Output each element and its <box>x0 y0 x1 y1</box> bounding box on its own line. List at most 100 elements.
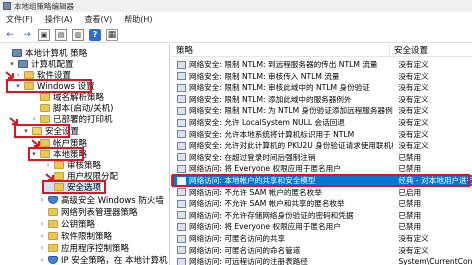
tree-node-label: 公钥策略 <box>61 220 96 230</box>
tree-node-label: 高级安全 Windows 防火墙 <box>61 196 164 206</box>
policy-setting-icon <box>177 176 186 185</box>
policy-value: System\CurrentControl <box>398 257 472 265</box>
tree-network-list-manager[interactable]: 网络列表管理器策略 <box>38 206 138 218</box>
menu-bar: 文件(F) 操作(A) 查看(V) 帮助(H) <box>0 13 472 26</box>
up-folder-icon[interactable]: ▣ <box>38 28 50 41</box>
table-row[interactable]: 网络访问: 本地帐户的共享和安全模型 经典 - 对本地用户进行 <box>171 175 472 186</box>
table-row[interactable]: 网络访问: 将 Everyone 权限应用于匿名用户 已禁用 <box>171 221 472 232</box>
policy-setting-icon <box>177 222 186 231</box>
collapse-chevron-icon[interactable]: ▾ <box>14 82 22 90</box>
policy-value: 没有定义 <box>398 71 429 81</box>
expand-chevron-icon[interactable]: › <box>14 71 22 79</box>
policy-value: 已禁用 <box>398 210 422 220</box>
column-header-setting[interactable]: 安全设置 <box>390 44 428 56</box>
tree-software-restriction[interactable]: › 软件限制策略 <box>38 230 112 242</box>
table-row[interactable]: 网络安全: 限制 NTLM: 审核传入 NTLM 流量 没有定义 <box>171 71 472 82</box>
security-icon <box>32 127 42 135</box>
expand-chevron-icon[interactable]: › <box>44 161 52 169</box>
expand-chevron-icon[interactable]: › <box>38 256 46 264</box>
table-row[interactable]: 网络安全: 允许 LocalSystem NULL 会话回退 没有定义 <box>171 117 472 128</box>
policy-name: 网络访问: 将 Everyone 权限应用于匿名用户 <box>189 164 341 174</box>
policy-value: 没有定义 <box>398 141 429 151</box>
expand-chevron-icon[interactable]: › <box>38 196 46 204</box>
table-row[interactable]: 网络安全: 限制 NTLM: 到远程服务器的传出 NTLM 流量 没有定义 <box>171 59 472 70</box>
annotation-arrow-2 <box>9 117 18 125</box>
folder-icon <box>54 183 64 191</box>
folder-icon <box>40 104 50 112</box>
policy-value: 已禁用 <box>398 164 422 174</box>
collapse-chevron-icon[interactable]: ▾ <box>30 150 38 158</box>
back-arrow-icon[interactable]: ← <box>4 29 16 41</box>
expand-chevron-icon[interactable]: › <box>38 220 46 228</box>
policy-setting-icon <box>177 83 186 92</box>
column-header-policy[interactable]: 策略 <box>171 44 390 57</box>
table-row[interactable]: 网络安全: 限制 NTLM: 添加此域中的服务器例外 没有定义 <box>171 94 472 105</box>
table-row[interactable]: 网络访问: 将 Everyone 权限应用于匿名用户 已禁用 <box>171 163 472 174</box>
table-row[interactable]: 网络访问: 不允许存储网络身份验证的密码和凭据 已禁用 <box>171 210 472 221</box>
table-row[interactable]: 网络访问: 不允许 SAM 帐户的匿名枚举 已启用 <box>171 187 472 198</box>
tree-security-options[interactable]: 安全选项 <box>44 181 102 193</box>
window-title: 本地组策略编辑器 <box>14 1 74 11</box>
forward-arrow-icon[interactable]: → <box>21 29 33 41</box>
console-tree: 本地计算机 策略 ▾ 计算机配置 › 软件设置 ▾ Windows 设置 域名解析策略 脚本(启… <box>0 44 170 265</box>
expand-chevron-icon[interactable]: › <box>38 244 46 252</box>
table-row[interactable]: 网络安全: 在超过登录时间后强制注销 已禁用 <box>171 152 472 163</box>
policy-setting-icon <box>177 246 186 255</box>
expand-chevron-icon[interactable]: › <box>44 172 52 180</box>
menu-help[interactable]: 帮助(H) <box>124 14 152 25</box>
policy-setting-icon <box>177 257 186 265</box>
policy-setting-icon <box>177 95 186 104</box>
app-icon <box>3 2 11 10</box>
policy-setting-icon <box>177 211 186 220</box>
table-row[interactable]: 网络安全: 允许本地系统将计算机标识用于 NTLM 没有定义 <box>171 129 472 140</box>
policy-name: 网络安全: 限制 NTLM: 为 NTLM 身份验证添加远程服务器例外 <box>189 106 394 116</box>
table-row[interactable]: 网络安全: 限制 NTLM: 审核此域中的 NTLM 身份验证 没有定义 <box>171 82 472 93</box>
table-row[interactable]: 网络访问: 可匿名访问的共享 没有定义 <box>171 233 472 244</box>
tree-public-key-policies[interactable]: › 公钥策略 <box>38 218 95 230</box>
table-row[interactable]: 网络安全: 允许对此计算机的 PKU2U 身份验证请求使用联机标识 没有定义 <box>171 140 472 151</box>
policy-value: 没有定义 <box>398 129 429 139</box>
table-row[interactable]: 网络访问: 可匿名访问的命名管道 没有定义 <box>171 245 472 256</box>
folder-icon <box>48 220 58 228</box>
policy-name: 网络安全: 限制 NTLM: 添加此域中的服务器例外 <box>189 94 352 104</box>
policy-value: 已禁用 <box>398 222 422 232</box>
policy-name: 网络访问: 可匿名访问的命名管道 <box>189 245 301 255</box>
expand-chevron-icon[interactable]: › <box>30 115 38 123</box>
policy-value: 没有定义 <box>398 245 429 255</box>
tree-node-label: 已部署的打印机 <box>53 115 113 125</box>
tree-deployed-printers[interactable]: › 已部署的打印机 <box>30 113 113 125</box>
tree-security-settings[interactable]: ▾ 安全设置 <box>22 125 79 137</box>
menu-view[interactable]: 查看(V) <box>85 14 113 25</box>
tree-node-label: 安全选项 <box>67 183 102 193</box>
folder-icon <box>40 93 50 101</box>
help-icon[interactable]: ? <box>89 28 101 41</box>
expand-chevron-icon[interactable]: › <box>30 139 38 147</box>
properties-icon[interactable]: ▦ <box>106 28 118 41</box>
expand-chevron-icon[interactable]: › <box>38 232 46 240</box>
policy-setting-icon <box>177 199 186 208</box>
policy-setting-icon <box>177 60 186 69</box>
policy-setting-icon <box>177 106 186 115</box>
collapse-chevron-icon[interactable]: ▾ <box>22 127 30 135</box>
policy-name: 网络访问: 可匿名访问的共享 <box>189 234 286 243</box>
tree-node-label: 应用程序控制策略 <box>61 244 130 254</box>
export-list-icon[interactable]: ▥ <box>72 28 84 41</box>
table-row[interactable]: 网络访问: 可远程访问的注册表路径 System\CurrentControl <box>171 256 472 265</box>
tree-ip-security-policies[interactable]: › IP 安全策略，在 本地计算机 <box>38 254 168 265</box>
show-hide-tree-icon[interactable]: ▤ <box>55 28 67 41</box>
table-row[interactable]: 网络访问: 不允许 SAM 帐户和共享的匿名枚举 已禁用 <box>171 198 472 209</box>
policy-list: 策略 安全设置 网络安全: 限制 NTLM: 到远程服务器的传出 NTLM 流量… <box>171 44 472 265</box>
collapse-chevron-icon[interactable]: ▾ <box>8 60 16 68</box>
tree-app-control-policies[interactable]: › 应用程序控制策略 <box>38 242 129 254</box>
table-row[interactable]: 网络安全: 限制 NTLM: 为 NTLM 身份验证添加远程服务器例外 没有定义 <box>171 105 472 116</box>
policy-setting-icon <box>177 234 186 243</box>
folder-icon <box>48 232 58 240</box>
policy-name: 网络安全: 限制 NTLM: 到远程服务器的传出 NTLM 流量 <box>189 60 378 69</box>
tree-advanced-firewall[interactable]: › 高级安全 Windows 防火墙 <box>38 194 164 206</box>
menu-file[interactable]: 文件(F) <box>6 14 33 25</box>
policy-name: 网络安全: 允许本地系统将计算机标识用于 NTLM <box>189 129 355 139</box>
menu-action[interactable]: 操作(A) <box>45 14 73 25</box>
